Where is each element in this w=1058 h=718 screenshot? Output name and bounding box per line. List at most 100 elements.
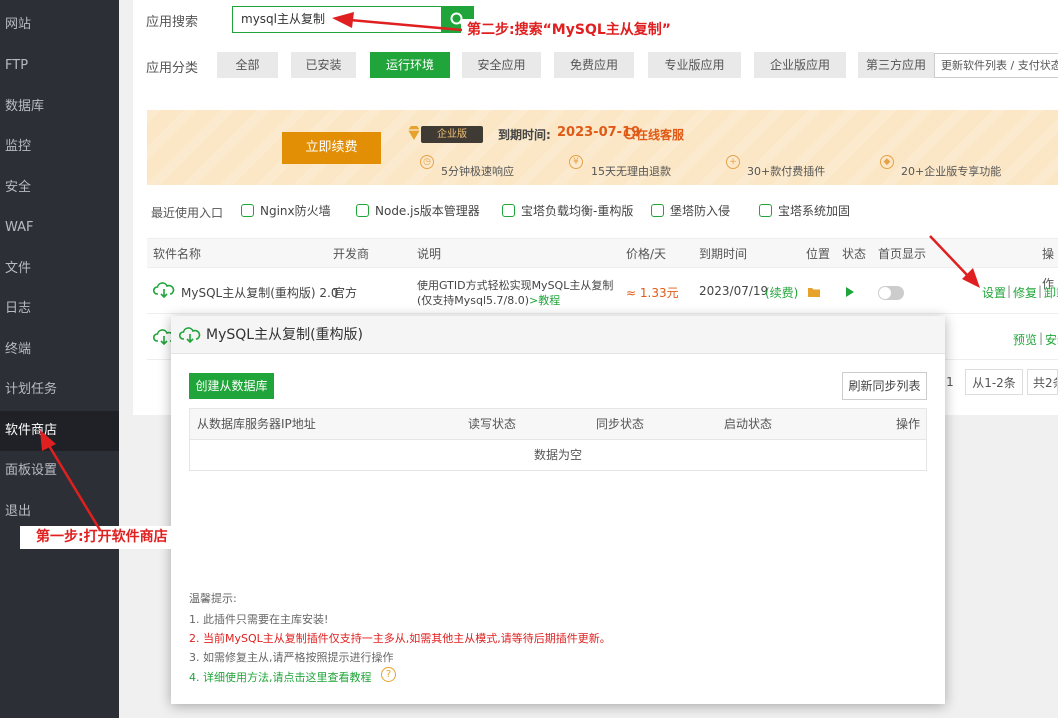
tutorial-link[interactable]: >教程 — [529, 292, 560, 308]
sidebar-item-database[interactable]: 数据库 — [0, 87, 119, 127]
plugin-modal: MySQL主从复制(重构版) 创建从数据库 刷新同步列表 从数据库服务器IP地址… — [171, 316, 945, 704]
col-desc: 说明 — [417, 247, 442, 261]
col-sync-status: 同步状态 — [596, 417, 645, 431]
settings-link[interactable]: 设置 — [982, 284, 1006, 301]
network-icon — [502, 204, 515, 217]
monitor-icon — [651, 204, 664, 217]
sidebar: 网站 FTP 数据库 监控 安全 WAF 文件 日志 终端 计划任务 软件商店 … — [0, 0, 119, 718]
install-link[interactable]: 安装 — [1045, 331, 1058, 348]
recent-item-hardening[interactable]: 宝塔系统加固 — [759, 200, 850, 222]
sidebar-item-terminal[interactable]: 终端 — [0, 330, 119, 370]
recent-item-nginx-waf[interactable]: Nginx防火墙 — [241, 200, 331, 222]
create-slave-db-button[interactable]: 创建从数据库 — [189, 373, 274, 399]
search-input[interactable]: mysql主从复制 — [232, 6, 441, 33]
edition-tag: 企业版 — [421, 126, 483, 143]
tip-3: 3. 如需修复主从,请严格按照提示进行操作 — [189, 651, 394, 664]
sidebar-item-logs[interactable]: 日志 — [0, 289, 119, 329]
feature-enterprise: 20+企业版专享功能 — [901, 165, 1002, 178]
modal-header: MySQL主从复制(重构版) — [171, 316, 945, 354]
category-pro[interactable]: 专业版应用 — [648, 52, 741, 78]
sidebar-item-monitor[interactable]: 监控 — [0, 127, 119, 167]
sidebar-item-files[interactable]: 文件 — [0, 249, 119, 289]
renew-button[interactable]: 立即续费 — [282, 132, 381, 164]
col-price: 价格/天 — [626, 247, 667, 261]
category-runtime[interactable]: 运行环境 — [370, 52, 450, 78]
pager-range: 从1-2条 — [965, 369, 1023, 395]
category-label: 应用分类 — [146, 61, 199, 76]
col-rw-status: 读写状态 — [468, 417, 517, 431]
col-slave-ip: 从数据库服务器IP地址 — [197, 417, 316, 431]
tip-1: 1. 此插件只需要在主库安装! — [189, 613, 329, 626]
shield-plus-icon — [759, 204, 772, 217]
uninstall-link[interactable]: 卸载 — [1044, 284, 1058, 301]
sidebar-item-security[interactable]: 安全 — [0, 168, 119, 208]
slave-db-table-header: 从数据库服务器IP地址 读写状态 同步状态 启动状态 操作 — [190, 409, 926, 440]
sidebar-item-ftp[interactable]: FTP — [0, 46, 119, 86]
recent-item-nodejs[interactable]: Node.js版本管理器 — [356, 200, 480, 222]
recent-label: 最近使用入口 — [151, 206, 224, 220]
search-label: 应用搜索 — [146, 15, 199, 30]
cloud-download-icon — [153, 282, 175, 299]
col-name: 软件名称 — [153, 247, 202, 261]
plugin-icon: + — [726, 155, 740, 169]
col-start-status: 启动状态 — [724, 417, 773, 431]
sidebar-item-app-store[interactable]: 软件商店 — [0, 411, 119, 451]
software-desc-line2: (仅支持Mysql5.7/8.0) — [417, 294, 530, 307]
action-separator: | — [1039, 331, 1044, 345]
nodejs-icon — [356, 204, 369, 217]
clock-icon: ◷ — [420, 155, 434, 169]
online-support-link[interactable]: 在线客服 — [636, 126, 684, 143]
expire-label: 到期时间: — [498, 128, 551, 142]
refresh-software-list-dropdown[interactable]: 更新软件列表 / 支付状态 — [934, 53, 1058, 78]
refund-icon: ¥ — [569, 155, 583, 169]
tip-4-tutorial-link[interactable]: 4. 详细使用方法,请点击这里查看教程 — [189, 669, 372, 685]
col-expire: 到期时间 — [699, 247, 748, 261]
help-icon[interactable]: ? — [381, 667, 396, 682]
annotation-step2: 第二步:搜索“MySQL主从复制” — [461, 19, 725, 41]
repair-link[interactable]: 修复 — [1013, 284, 1037, 301]
category-free[interactable]: 免费应用 — [554, 52, 634, 78]
category-installed[interactable]: 已安装 — [291, 52, 356, 78]
slave-db-table: 从数据库服务器IP地址 读写状态 同步状态 启动状态 操作 数据为空 — [189, 408, 927, 471]
tips-title: 温馨提示: — [189, 592, 237, 605]
col-homepage: 首页显示 — [878, 247, 927, 261]
col-vendor: 开发商 — [333, 247, 370, 261]
col-status: 状态 — [842, 247, 867, 261]
enterprise-banner: 立即续费 企业版 到期时间: 2023-07-19 在线客服 ◷ 5分钟极速响应… — [147, 110, 1058, 185]
empty-message: 数据为空 — [533, 448, 582, 462]
software-name: MySQL主从复制(重构版) 2.0 — [181, 286, 339, 300]
cloud-download-icon — [179, 327, 201, 344]
sidebar-item-website[interactable]: 网站 — [0, 5, 119, 45]
category-enterprise[interactable]: 企业版应用 — [754, 52, 846, 78]
software-expire: 2023/07/19 — [699, 284, 769, 298]
refresh-sync-list-button[interactable]: 刷新同步列表 — [842, 372, 927, 400]
folder-icon[interactable] — [807, 286, 821, 298]
sidebar-item-waf[interactable]: WAF — [0, 208, 119, 248]
software-table-header: 软件名称 开发商 说明 价格/天 到期时间 位置 状态 首页显示 操作 — [147, 238, 1058, 291]
annotation-step1: 第一步:打开软件商店 — [20, 526, 210, 549]
renew-link[interactable]: (续费) — [765, 284, 798, 301]
shield-icon — [241, 204, 254, 217]
category-security[interactable]: 安全应用 — [462, 52, 541, 78]
modal-title: MySQL主从复制(重构版) — [206, 327, 363, 343]
recent-item-load-balancer[interactable]: 宝塔负载均衡-重构版 — [502, 200, 633, 222]
feature-plugins: 30+款付费插件 — [747, 165, 826, 178]
recent-item-intrusion[interactable]: 堡塔防入侵 — [651, 200, 730, 222]
col-location: 位置 — [806, 247, 831, 261]
software-desc-line1: 使用GTID方式轻松实现MySQL主从复制 — [417, 279, 614, 292]
software-price: ≈ 1.33元 — [626, 286, 679, 300]
play-icon[interactable] — [845, 286, 855, 298]
homepage-toggle[interactable] — [878, 286, 904, 300]
crown-icon: ◆ — [880, 155, 894, 169]
sidebar-item-panel-settings[interactable]: 面板设置 — [0, 451, 119, 491]
category-all[interactable]: 全部 — [217, 52, 278, 78]
software-vendor: 官方 — [333, 286, 358, 300]
sidebar-item-cron[interactable]: 计划任务 — [0, 370, 119, 410]
feature-fast-response: 5分钟极速响应 — [441, 165, 514, 178]
category-third-party[interactable]: 第三方应用 — [858, 52, 934, 78]
action-separator: | — [1038, 284, 1043, 298]
preview-link[interactable]: 预览 — [1013, 331, 1037, 348]
feature-refund: 15天无理由退款 — [591, 165, 671, 178]
table-row: MySQL主从复制(重构版) 2.0 官方 使用GTID方式轻松实现MySQL主… — [147, 268, 1058, 314]
pager-total: 共2条 — [1027, 369, 1058, 395]
